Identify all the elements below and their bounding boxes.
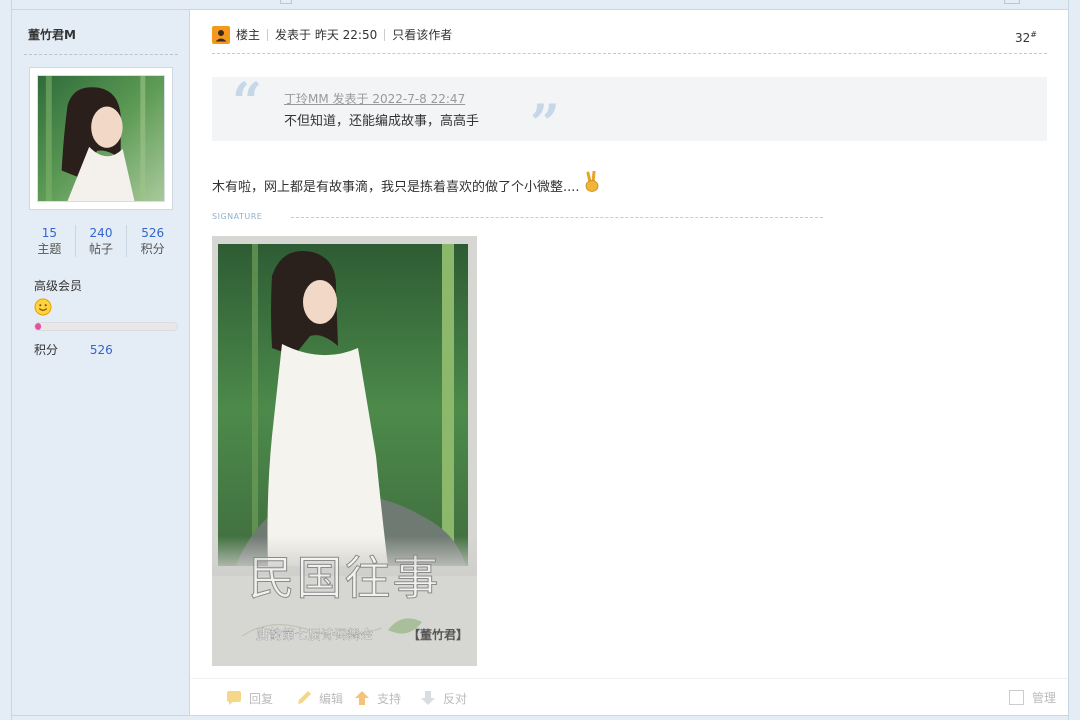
avatar-image[interactable] — [37, 75, 165, 202]
quote-block: “ 丁玲MM 发表于 2022-7-8 22:47 不但知道，还能编成故事，高高… — [212, 72, 1047, 151]
only-author-link[interactable]: 只看该作者 — [392, 26, 452, 44]
separator — [384, 29, 386, 41]
post-header: 楼主 发表于 昨天 22:50 只看该作者 32# — [212, 26, 1047, 54]
quote-open-icon: “ — [232, 72, 262, 133]
support-button[interactable]: 支持 — [353, 689, 401, 707]
pencil-icon — [298, 691, 311, 704]
points-label: 积分 — [34, 343, 59, 357]
arrow-down-icon — [421, 691, 435, 705]
post-action-bar: 回复 编辑 支持 反对 管理 — [191, 678, 1068, 720]
quote-text: 不但知道，还能编成故事，高高手 — [284, 114, 480, 129]
signature-label: SIGNATURE — [212, 212, 263, 221]
stat-value[interactable]: 526 — [127, 225, 178, 241]
level-progress-fill — [35, 323, 41, 330]
signature-subtitle: 唐韵第七届诗词舞会 — [256, 628, 374, 643]
level-progress-bar — [34, 322, 178, 331]
points-value: 526 — [89, 343, 113, 357]
signature-title: 民国往事 — [248, 551, 441, 606]
smile-face-icon — [34, 298, 52, 316]
post-body: 木有啦，网上都是有故事滴，我只是拣着喜欢的做了个小微整.... — [212, 170, 602, 195]
stat-label: 帖子 — [89, 242, 114, 256]
manage-label: 管理 — [1032, 691, 1057, 705]
stat-value[interactable]: 15 — [24, 225, 75, 241]
author-stats: 15 主题 240 帖子 526 积分 — [24, 225, 178, 257]
signature-divider — [291, 217, 823, 218]
stat-label: 主题 — [37, 242, 62, 256]
quote-author-link[interactable]: 丁玲MM 发表于 2022-7-8 22:47 — [284, 90, 465, 107]
stat-threads[interactable]: 15 主题 — [24, 225, 76, 257]
edit-button[interactable]: 编辑 — [295, 689, 343, 707]
avatar-photo — [38, 76, 164, 201]
floor-number[interactable]: 32# — [1015, 26, 1037, 47]
manage-checkbox[interactable] — [1009, 690, 1024, 705]
separator — [267, 29, 269, 41]
landlord-icon — [212, 26, 230, 44]
page-frame: 董竹君M 15 主题 240 帖子 526 积分 高级会员 积分 526 楼主 … — [11, 0, 1069, 720]
stat-label: 积分 — [140, 242, 165, 256]
edit-label: 编辑 — [319, 691, 344, 706]
reply-button[interactable]: 回复 — [225, 689, 273, 707]
floor-value[interactable]: 32 — [1015, 31, 1030, 45]
floor-suffix: # — [1030, 30, 1037, 39]
support-label: 支持 — [377, 691, 402, 706]
victory-hand-icon — [585, 170, 598, 192]
member-group[interactable]: 高级会员 — [34, 277, 82, 294]
stat-posts[interactable]: 240 帖子 — [76, 225, 128, 257]
arrow-up-icon — [355, 691, 369, 705]
signature-image[interactable]: 民国往事 唐韵第七届诗词舞会 【董竹君】 — [212, 236, 477, 666]
stat-value[interactable]: 240 — [76, 225, 127, 241]
quote-close-icon: ” — [530, 94, 560, 155]
reply-icon — [227, 691, 241, 705]
points-row: 积分 526 — [34, 341, 113, 358]
author-sidebar: 董竹君M 15 主题 240 帖子 526 积分 高级会员 积分 526 — [12, 10, 190, 720]
scroll-edge-control[interactable] — [1004, 0, 1020, 4]
top-strip — [12, 0, 1068, 10]
signature-signed-name: 【董竹君】 — [408, 628, 469, 642]
post-text: 木有啦，网上都是有故事滴，我只是拣着喜欢的做了个小微整.... — [212, 180, 580, 195]
oppose-label: 反对 — [443, 691, 468, 706]
oppose-button[interactable]: 反对 — [419, 689, 467, 707]
bottom-strip — [12, 715, 1068, 720]
scroll-edge-control[interactable] — [280, 0, 292, 4]
post-time: 发表于 昨天 22:50 — [275, 28, 378, 42]
avatar[interactable] — [29, 67, 173, 210]
owner-label: 楼主 — [236, 28, 261, 42]
stat-points[interactable]: 526 积分 — [127, 225, 178, 257]
post-content: 楼主 发表于 昨天 22:50 只看该作者 32# “ 丁玲MM 发表于 202… — [191, 10, 1068, 720]
reply-label: 回复 — [249, 691, 274, 706]
manage-control[interactable]: 管理 — [1009, 689, 1056, 706]
divider — [24, 54, 178, 55]
author-name[interactable]: 董竹君M — [28, 26, 76, 43]
